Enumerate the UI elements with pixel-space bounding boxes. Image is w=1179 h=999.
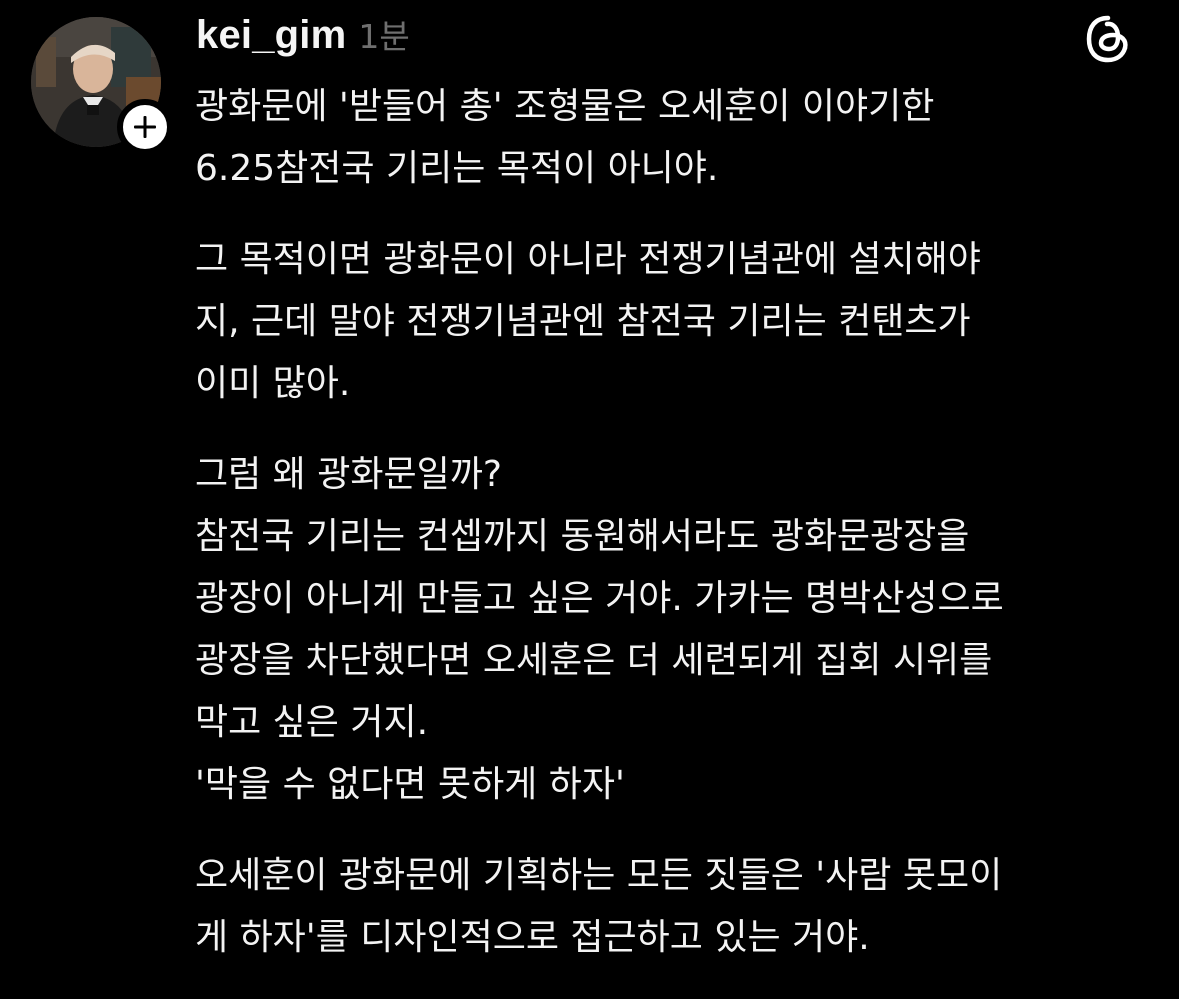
- paragraph: 그 목적이면 광화문이 아니라 전쟁기념관에 설치해야 지, 근데 말야 전쟁기…: [195, 229, 1155, 415]
- plus-icon: [134, 116, 156, 138]
- text-line: 광화문에 '받들어 총' 조형물은 오세훈이 이야기한: [195, 86, 935, 127]
- threads-logo-icon[interactable]: [1083, 14, 1133, 64]
- follow-button[interactable]: [117, 99, 173, 155]
- text-line: 지, 근데 말야 전쟁기념관엔 참전국 기리는 컨탠츠가: [195, 301, 971, 342]
- username[interactable]: kei_gim: [196, 13, 346, 58]
- text-line: 이미 많아.: [195, 363, 351, 404]
- text-line: '막을 수 없다면 못하게 하자': [195, 764, 625, 805]
- text-line: 6.25참전국 기리는 목적이 아니야.: [195, 148, 719, 189]
- timestamp: 1분: [358, 17, 410, 56]
- avatar-container[interactable]: [31, 17, 173, 155]
- text-line: 그 목적이면 광화문이 아니라 전쟁기념관에 설치해야: [195, 239, 981, 280]
- text-line: 그럼 왜 광화문일까?: [195, 454, 502, 495]
- paragraph: 그럼 왜 광화문일까? 참전국 기리는 컨셉까지 동원해서라도 광화문광장을 광…: [195, 444, 1155, 816]
- text-line: 참전국 기리는 컨셉까지 동원해서라도 광화문광장을: [195, 516, 970, 557]
- text-line: 광장을 차단했다면 오세훈은 더 세련되게 집회 시위를: [195, 640, 993, 681]
- post-header: kei_gim 1분: [196, 10, 410, 70]
- paragraph: 오세훈이 광화문에 기획하는 모든 짓들은 '사람 못모이 게 하자'를 디자인…: [195, 845, 1155, 969]
- text-line: 막고 싶은 거지.: [195, 702, 429, 743]
- text-line: 게 하자'를 디자인적으로 접근하고 있는 거야.: [195, 917, 870, 958]
- paragraph: 광화문에 '받들어 총' 조형물은 오세훈이 이야기한 6.25참전국 기리는 …: [195, 76, 1155, 200]
- post-body: 광화문에 '받들어 총' 조형물은 오세훈이 이야기한 6.25참전국 기리는 …: [195, 76, 1155, 969]
- text-line: 오세훈이 광화문에 기획하는 모든 짓들은 '사람 못모이: [195, 855, 1003, 896]
- text-line: 광장이 아니게 만들고 싶은 거야. 가카는 명박산성으로: [195, 578, 1004, 619]
